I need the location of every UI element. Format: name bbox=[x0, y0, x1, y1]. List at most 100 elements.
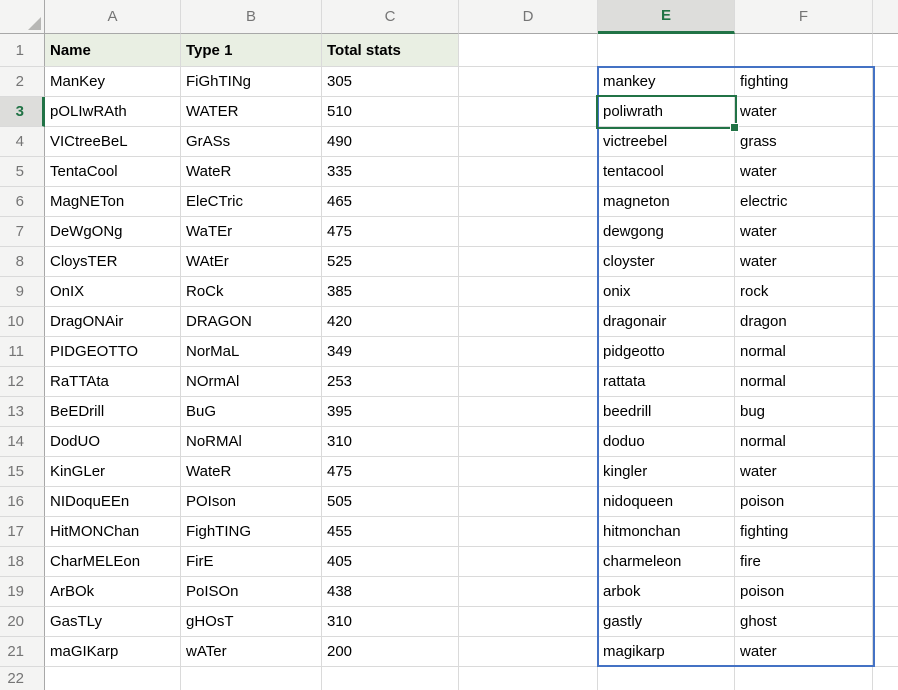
cell-B3[interactable]: WATER bbox=[181, 97, 322, 127]
cell-B16[interactable]: POIson bbox=[181, 487, 322, 517]
cell-E12[interactable]: rattata bbox=[598, 367, 735, 397]
cell-D7[interactable] bbox=[459, 217, 598, 247]
cell-F4[interactable]: grass bbox=[735, 127, 873, 157]
cell-B14[interactable]: NoRMAl bbox=[181, 427, 322, 457]
cell-C2[interactable]: 305 bbox=[322, 67, 459, 97]
row-header-19[interactable]: 19 bbox=[0, 577, 45, 607]
cell-D9[interactable] bbox=[459, 277, 598, 307]
cell-partial-14[interactable] bbox=[873, 427, 898, 457]
cell-F16[interactable]: poison bbox=[735, 487, 873, 517]
cell-E3[interactable]: poliwrath bbox=[598, 97, 735, 127]
cell-D12[interactable] bbox=[459, 367, 598, 397]
cell-C6[interactable]: 465 bbox=[322, 187, 459, 217]
cell-F1[interactable] bbox=[735, 34, 873, 67]
cell-E21[interactable]: magikarp bbox=[598, 637, 735, 667]
cell-F21[interactable]: water bbox=[735, 637, 873, 667]
cell-E5[interactable]: tentacool bbox=[598, 157, 735, 187]
column-header-F[interactable]: F bbox=[735, 0, 873, 34]
cell-A20[interactable]: GasTLy bbox=[45, 607, 181, 637]
cell-F7[interactable]: water bbox=[735, 217, 873, 247]
cell-F5[interactable]: water bbox=[735, 157, 873, 187]
cell-E7[interactable]: dewgong bbox=[598, 217, 735, 247]
cell-partial-21[interactable] bbox=[873, 637, 898, 667]
cell-C16[interactable]: 505 bbox=[322, 487, 459, 517]
cell-B20[interactable]: gHOsT bbox=[181, 607, 322, 637]
cell-E2[interactable]: mankey bbox=[598, 67, 735, 97]
cell-F3[interactable]: water bbox=[735, 97, 873, 127]
cell-C5[interactable]: 335 bbox=[322, 157, 459, 187]
select-all-corner[interactable] bbox=[0, 0, 45, 34]
row-header-10[interactable]: 10 bbox=[0, 307, 45, 337]
cell-C22[interactable] bbox=[322, 667, 459, 690]
cell-E4[interactable]: victreebel bbox=[598, 127, 735, 157]
cell-F6[interactable]: electric bbox=[735, 187, 873, 217]
cell-C19[interactable]: 438 bbox=[322, 577, 459, 607]
cell-F19[interactable]: poison bbox=[735, 577, 873, 607]
cell-A13[interactable]: BeEDrill bbox=[45, 397, 181, 427]
cell-A3[interactable]: pOLIwRAth bbox=[45, 97, 181, 127]
cell-B19[interactable]: PoISOn bbox=[181, 577, 322, 607]
cell-D17[interactable] bbox=[459, 517, 598, 547]
cell-B4[interactable]: GrASs bbox=[181, 127, 322, 157]
row-header-8[interactable]: 8 bbox=[0, 247, 45, 277]
cell-A8[interactable]: CloysTER bbox=[45, 247, 181, 277]
cell-B9[interactable]: RoCk bbox=[181, 277, 322, 307]
cell-D8[interactable] bbox=[459, 247, 598, 277]
row-header-15[interactable]: 15 bbox=[0, 457, 45, 487]
cell-C12[interactable]: 253 bbox=[322, 367, 459, 397]
row-header-7[interactable]: 7 bbox=[0, 217, 45, 247]
cell-D18[interactable] bbox=[459, 547, 598, 577]
cell-D11[interactable] bbox=[459, 337, 598, 367]
cell-E17[interactable]: hitmonchan bbox=[598, 517, 735, 547]
cell-F22[interactable] bbox=[735, 667, 873, 690]
fill-handle[interactable] bbox=[730, 123, 739, 132]
column-header-A[interactable]: A bbox=[45, 0, 181, 34]
cell-F2[interactable]: fighting bbox=[735, 67, 873, 97]
cell-E16[interactable]: nidoqueen bbox=[598, 487, 735, 517]
cell-D16[interactable] bbox=[459, 487, 598, 517]
cell-F9[interactable]: rock bbox=[735, 277, 873, 307]
cell-F11[interactable]: normal bbox=[735, 337, 873, 367]
cell-partial-13[interactable] bbox=[873, 397, 898, 427]
cell-C1[interactable]: Total stats bbox=[322, 34, 459, 67]
column-header-B[interactable]: B bbox=[181, 0, 322, 34]
cell-B1[interactable]: Type 1 bbox=[181, 34, 322, 67]
cell-B2[interactable]: FiGhTINg bbox=[181, 67, 322, 97]
cell-partial-18[interactable] bbox=[873, 547, 898, 577]
cell-A14[interactable]: DodUO bbox=[45, 427, 181, 457]
cell-C18[interactable]: 405 bbox=[322, 547, 459, 577]
cell-partial-16[interactable] bbox=[873, 487, 898, 517]
cell-A9[interactable]: OnIX bbox=[45, 277, 181, 307]
cell-partial-9[interactable] bbox=[873, 277, 898, 307]
cell-C15[interactable]: 475 bbox=[322, 457, 459, 487]
cell-E11[interactable]: pidgeotto bbox=[598, 337, 735, 367]
cell-D13[interactable] bbox=[459, 397, 598, 427]
cell-A10[interactable]: DragONAir bbox=[45, 307, 181, 337]
cell-E15[interactable]: kingler bbox=[598, 457, 735, 487]
cell-partial-1[interactable] bbox=[873, 34, 898, 67]
cell-partial-20[interactable] bbox=[873, 607, 898, 637]
cell-F17[interactable]: fighting bbox=[735, 517, 873, 547]
cell-E18[interactable]: charmeleon bbox=[598, 547, 735, 577]
row-header-18[interactable]: 18 bbox=[0, 547, 45, 577]
row-header-12[interactable]: 12 bbox=[0, 367, 45, 397]
cell-B11[interactable]: NorMaL bbox=[181, 337, 322, 367]
cell-D21[interactable] bbox=[459, 637, 598, 667]
cell-partial-19[interactable] bbox=[873, 577, 898, 607]
cell-partial-5[interactable] bbox=[873, 157, 898, 187]
cell-E22[interactable] bbox=[598, 667, 735, 690]
cell-A5[interactable]: TentaCool bbox=[45, 157, 181, 187]
cell-E14[interactable]: doduo bbox=[598, 427, 735, 457]
column-header-D[interactable]: D bbox=[459, 0, 598, 34]
cell-E13[interactable]: beedrill bbox=[598, 397, 735, 427]
cell-B15[interactable]: WateR bbox=[181, 457, 322, 487]
cell-D20[interactable] bbox=[459, 607, 598, 637]
cell-D2[interactable] bbox=[459, 67, 598, 97]
cell-A15[interactable]: KinGLer bbox=[45, 457, 181, 487]
cell-B5[interactable]: WateR bbox=[181, 157, 322, 187]
cell-B12[interactable]: NOrmAl bbox=[181, 367, 322, 397]
cell-F20[interactable]: ghost bbox=[735, 607, 873, 637]
cell-partial-11[interactable] bbox=[873, 337, 898, 367]
cell-D15[interactable] bbox=[459, 457, 598, 487]
cell-A22[interactable] bbox=[45, 667, 181, 690]
